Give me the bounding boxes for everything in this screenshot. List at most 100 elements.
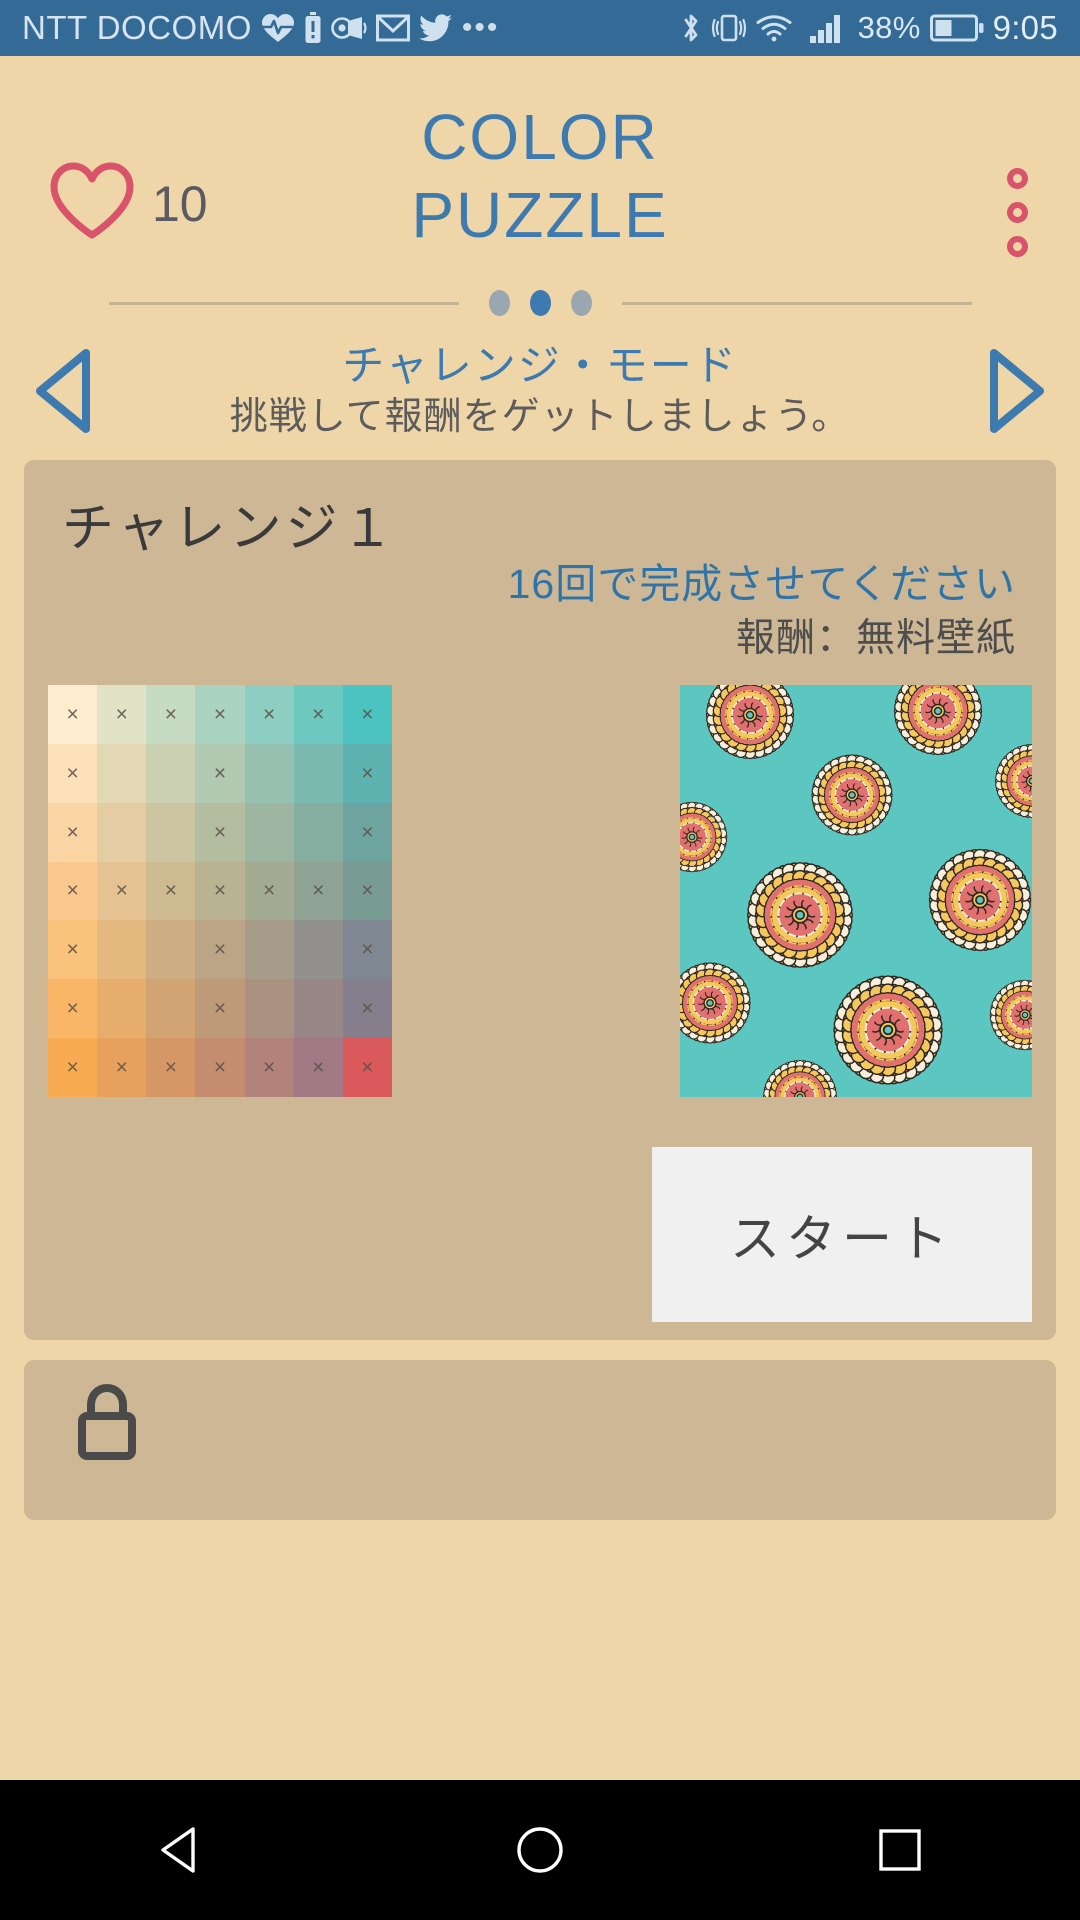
puzzle-cell-mark: ×	[213, 938, 227, 962]
puzzle-cell-mark: ×	[213, 820, 227, 844]
pager-divider-right	[621, 301, 972, 305]
heart-pulse-icon	[261, 13, 295, 43]
pager-dots	[459, 290, 622, 316]
puzzle-cell[interactable]: ×	[195, 743, 245, 803]
puzzle-cell[interactable]	[244, 743, 294, 803]
puzzle-cell[interactable]: ×	[195, 979, 245, 1039]
puzzle-cell-mark: ×	[66, 820, 79, 844]
circle-home-icon[interactable]	[450, 1825, 630, 1875]
challenge-card: チャレンジ１ 16回で完成させてください 報酬：無料壁紙 × × × × × × × × × × ×…	[24, 460, 1056, 1340]
puzzle-cell[interactable]: ×	[293, 861, 343, 921]
puzzle-grid[interactable]: × × × × × × × × × × × × × × × × × × × × × × × × × × × × × × × × ×	[48, 685, 392, 1097]
mode-subtitle: 挑戦して報酬をゲットしましょう。	[229, 396, 851, 438]
puzzle-cell[interactable]: ×	[244, 1038, 294, 1097]
puzzle-cell[interactable]: ×	[48, 861, 98, 921]
puzzle-cell[interactable]: ×	[195, 861, 245, 921]
pager-divider-left	[108, 301, 459, 305]
puzzle-cell[interactable]: ×	[146, 1038, 196, 1097]
square-recents-icon[interactable]	[810, 1827, 990, 1873]
pager-dot-3[interactable]	[570, 290, 592, 316]
app-screen: NTT DOCOMO ••• 38% 9:05 10 COLOR PUZZLE …	[0, 0, 1080, 1920]
overflow-dot-3	[1007, 236, 1028, 257]
puzzle-cell[interactable]	[244, 979, 294, 1039]
puzzle-cell[interactable]: ×	[244, 861, 294, 921]
puzzle-cell[interactable]	[293, 743, 343, 803]
puzzle-cell[interactable]	[97, 979, 147, 1039]
puzzle-cell[interactable]	[97, 802, 147, 862]
puzzle-cell[interactable]	[244, 802, 294, 862]
puzzle-cell[interactable]: ×	[342, 802, 392, 862]
signal-icon	[809, 12, 849, 44]
puzzle-cell[interactable]	[293, 979, 343, 1039]
puzzle-cell-mark: ×	[164, 879, 177, 903]
puzzle-cell[interactable]: ×	[244, 685, 294, 744]
game-title-line2: PUZZLE	[411, 179, 669, 251]
overflow-menu-icon[interactable]	[1007, 168, 1028, 257]
puzzle-cell-mark: ×	[312, 879, 325, 903]
puzzle-cell[interactable]: ×	[48, 802, 98, 862]
status-bar-right: 38% 9:05	[680, 9, 1058, 47]
challenge-card-title: チャレンジ１	[62, 500, 398, 558]
twitter-icon	[418, 14, 453, 42]
puzzle-cell[interactable]: ×	[342, 861, 392, 921]
puzzle-cell[interactable]: ×	[195, 685, 245, 744]
puzzle-cell[interactable]	[293, 920, 343, 980]
puzzle-cell[interactable]: ×	[195, 920, 245, 980]
puzzle-cell-mark: ×	[66, 702, 79, 726]
puzzle-cell-mark: ×	[312, 702, 325, 726]
puzzle-cell[interactable]: ×	[97, 861, 147, 921]
pager-dot-2[interactable]	[529, 290, 551, 316]
puzzle-cell[interactable]	[146, 743, 196, 803]
puzzle-cell[interactable]	[293, 802, 343, 862]
puzzle-cell[interactable]: ×	[146, 861, 196, 921]
puzzle-cell[interactable]	[146, 920, 196, 980]
puzzle-cell[interactable]: ×	[195, 802, 245, 862]
puzzle-cell-mark: ×	[213, 761, 227, 785]
mode-selector: チャレンジ・モード 挑戦して報酬をゲットしましょう。	[0, 336, 1080, 446]
puzzle-cell[interactable]: ×	[48, 743, 98, 803]
game-title-line1: COLOR	[421, 101, 659, 173]
puzzle-cell-mark: ×	[115, 702, 128, 726]
puzzle-cell[interactable]: ×	[97, 1038, 147, 1097]
puzzle-cell[interactable]	[146, 979, 196, 1039]
puzzle-cell[interactable]: ×	[48, 685, 98, 744]
puzzle-cell[interactable]: ×	[342, 1038, 392, 1097]
puzzle-cell[interactable]	[97, 920, 147, 980]
puzzle-cell[interactable]: ×	[342, 979, 392, 1039]
puzzle-cell[interactable]: ×	[48, 979, 98, 1039]
wifi-icon	[756, 14, 792, 42]
puzzle-cell[interactable]: ×	[342, 920, 392, 980]
pager-dot-1[interactable]	[488, 290, 510, 316]
puzzle-cell[interactable]: ×	[97, 685, 147, 744]
puzzle-cell[interactable]: ×	[342, 685, 392, 744]
puzzle-cell[interactable]: ×	[48, 920, 98, 980]
chevron-right-icon[interactable]	[950, 347, 1080, 435]
puzzle-cell-mark: ×	[213, 879, 227, 903]
puzzle-cell[interactable]: ×	[48, 1038, 98, 1097]
start-button[interactable]: スタート	[652, 1147, 1032, 1322]
lock-icon	[74, 1383, 140, 1465]
puzzle-cell-mark: ×	[361, 879, 374, 903]
puzzle-cell[interactable]: ×	[146, 685, 196, 744]
wallpaper-preview	[680, 685, 1032, 1097]
battery-alert-icon	[304, 12, 322, 44]
puzzle-cell[interactable]: ×	[293, 685, 343, 744]
puzzle-cell-mark: ×	[263, 879, 276, 903]
puzzle-cell[interactable]	[244, 920, 294, 980]
system-nav-bar	[0, 1780, 1080, 1920]
status-bar: NTT DOCOMO ••• 38% 9:05	[0, 0, 1080, 56]
puzzle-cell[interactable]	[146, 802, 196, 862]
clock-label: 9:05	[992, 9, 1058, 46]
puzzle-cell[interactable]	[97, 743, 147, 803]
page-title: COLOR PUZZLE	[0, 98, 1080, 254]
locked-challenge-card[interactable]	[24, 1360, 1056, 1520]
status-bar-left: NTT DOCOMO •••	[22, 9, 499, 47]
puzzle-cell[interactable]: ×	[293, 1038, 343, 1097]
puzzle-cell-mark: ×	[213, 1056, 227, 1080]
puzzle-cell[interactable]: ×	[342, 743, 392, 803]
chevron-left-icon[interactable]	[0, 347, 130, 435]
puzzle-cell-mark: ×	[361, 702, 374, 726]
puzzle-cell[interactable]: ×	[195, 1038, 245, 1097]
triangle-back-icon[interactable]	[90, 1825, 270, 1875]
pager	[0, 285, 1080, 321]
